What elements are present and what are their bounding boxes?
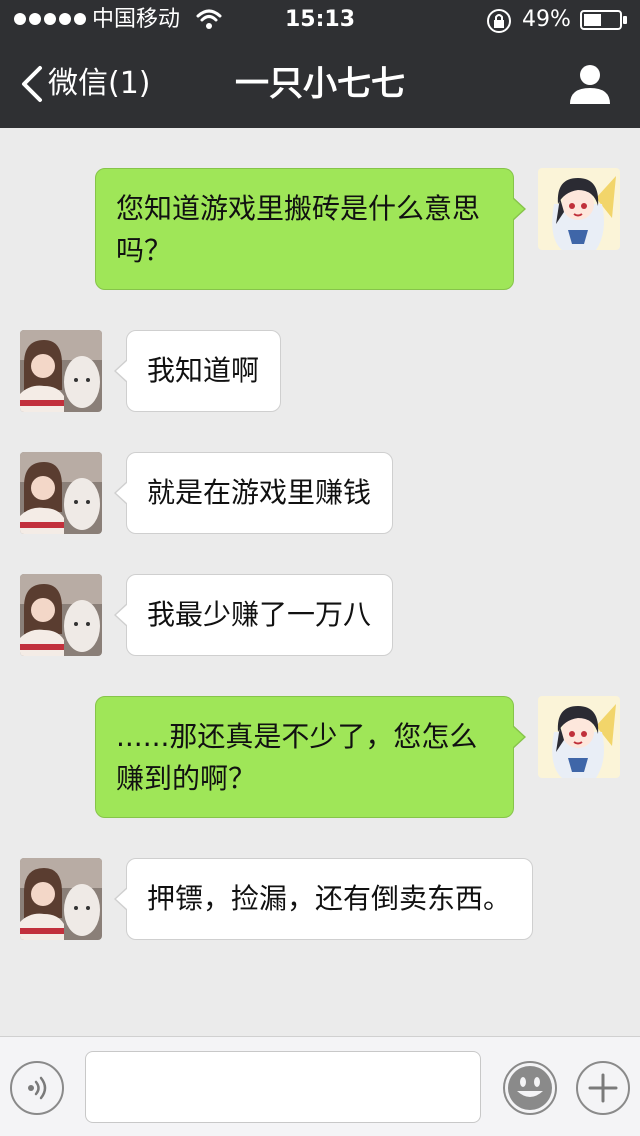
message-bubble[interactable]: 您知道游戏里搬砖是什么意思吗？ (95, 168, 526, 290)
my-avatar[interactable] (538, 168, 620, 250)
message-input[interactable] (85, 1051, 481, 1123)
contact-avatar[interactable] (20, 452, 102, 534)
my-avatar[interactable] (538, 696, 620, 778)
plus-button[interactable] (576, 1061, 630, 1115)
chat-messages[interactable]: 您知道游戏里搬砖是什么意思吗？ 我知道啊 就是在游戏里赚钱 我最少赚了一万八 .… (0, 128, 640, 1036)
battery-icon (580, 10, 627, 30)
status-bar: 中国移动 15:13 49% (0, 0, 640, 40)
contact-avatar[interactable] (20, 858, 102, 940)
message-bubble[interactable]: 就是在游戏里赚钱 (114, 452, 393, 534)
contact-avatar[interactable] (20, 574, 102, 656)
voice-button[interactable] (10, 1061, 64, 1115)
nav-bar: 微信(1) 一只小七七 (0, 40, 640, 128)
emoji-icon (508, 1066, 552, 1110)
input-bar (0, 1036, 640, 1136)
contact-avatar[interactable] (20, 330, 102, 412)
voice-icon (28, 1076, 47, 1100)
app-header: 中国移动 15:13 49% 微信(1) 一只小七七 (0, 0, 640, 128)
rotation-lock-icon (487, 9, 511, 33)
message-bubble[interactable]: 我最少赚了一万八 (114, 574, 393, 656)
person-icon[interactable] (568, 62, 612, 106)
plus-icon (588, 1073, 618, 1103)
battery-percentage: 49% (522, 7, 571, 32)
message-bubble[interactable]: ......那还真是不少了，您怎么赚到的啊？ (95, 696, 526, 818)
chat-title: 一只小七七 (235, 64, 405, 104)
back-label: 微信(1) (48, 66, 151, 101)
back-button[interactable]: 微信(1) (18, 60, 151, 108)
chevron-left-icon (22, 66, 42, 102)
message-bubble[interactable]: 我知道啊 (114, 330, 281, 412)
message-bubble[interactable]: 押镖，捡漏，还有倒卖东西。 (114, 858, 533, 940)
emoji-button[interactable] (503, 1061, 557, 1115)
